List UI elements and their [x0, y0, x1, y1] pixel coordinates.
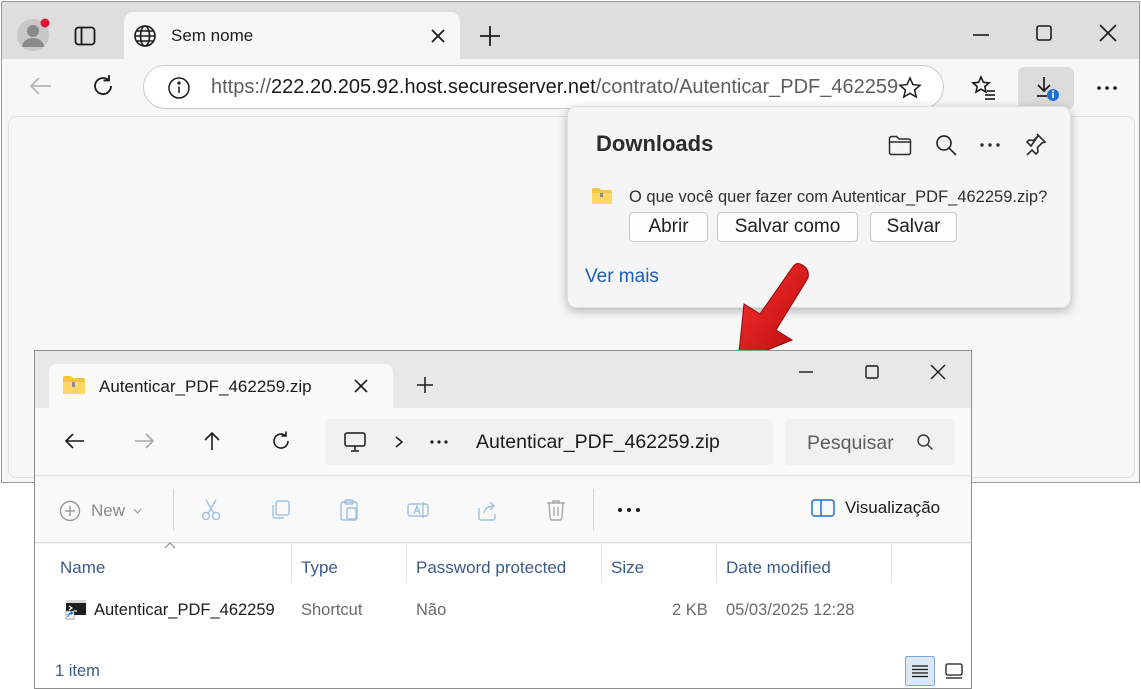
downloads-button[interactable] — [1018, 67, 1074, 109]
command-divider — [593, 489, 594, 531]
chevron-right-icon[interactable] — [391, 431, 407, 453]
address-bar[interactable]: https://222.20.205.92.host.secureserver.… — [143, 65, 944, 109]
close-tab-icon[interactable] — [426, 24, 450, 48]
search-placeholder: Pesquisar — [807, 432, 894, 454]
add-favorite-star-icon[interactable] — [896, 74, 924, 102]
refresh-icon[interactable] — [88, 71, 118, 101]
file-size-cell: 2 KB — [672, 601, 708, 619]
large-icons-view-icon[interactable] — [939, 656, 969, 686]
details-view-icon[interactable] — [905, 656, 935, 686]
favorites-icon[interactable] — [968, 72, 1000, 104]
open-folder-icon[interactable] — [886, 131, 914, 159]
zip-folder-icon — [590, 186, 614, 206]
download-prompt-text: O que você quer fazer com Autenticar_PDF… — [629, 188, 1048, 206]
browser-tab-title: Sem nome — [171, 26, 254, 45]
add-circle-icon — [59, 500, 81, 522]
download-icon — [1032, 74, 1060, 102]
password-protected-cell: Não — [416, 601, 447, 619]
close-window-icon[interactable] — [1094, 19, 1122, 47]
command-bar: New Visualização — [35, 477, 971, 543]
browser-tab-active[interactable]: Sem nome — [124, 12, 460, 59]
url-host: 222.20.205.92.host.secureserver.net — [271, 76, 596, 98]
path-overflow-icon[interactable] — [425, 431, 453, 453]
column-header-name[interactable]: Name — [60, 558, 105, 578]
command-divider — [173, 489, 174, 531]
paste-clipboard-icon[interactable] — [335, 496, 363, 524]
shortcut-cmd-icon — [64, 597, 88, 621]
address-path-bar[interactable]: Autenticar_PDF_462259.zip — [325, 419, 773, 465]
new-button[interactable]: New — [59, 497, 159, 525]
column-header-date-modified[interactable]: Date modified — [726, 558, 831, 578]
up-arrow-icon[interactable] — [198, 427, 226, 455]
browser-tab-strip: Sem nome — [2, 2, 1139, 59]
explorer-tab-active[interactable]: Autenticar_PDF_462259.zip — [49, 364, 393, 408]
info-icon[interactable] — [166, 75, 192, 101]
file-list: Name Type Password protected Size Date m… — [35, 542, 971, 688]
new-tab-plus-icon[interactable] — [413, 373, 437, 397]
minimize-icon[interactable] — [793, 359, 819, 385]
column-divider[interactable] — [891, 544, 892, 582]
maximize-icon[interactable] — [859, 359, 885, 385]
refresh-icon[interactable] — [267, 427, 295, 455]
see-more-link[interactable]: Ver mais — [585, 266, 659, 288]
close-tab-icon[interactable] — [349, 374, 373, 398]
search-input[interactable]: Pesquisar — [785, 419, 955, 465]
see-more-icon[interactable] — [614, 496, 644, 524]
search-downloads-icon[interactable] — [932, 131, 960, 159]
current-path-text[interactable]: Autenticar_PDF_462259.zip — [476, 431, 720, 454]
rename-icon[interactable] — [404, 496, 432, 524]
downloads-title: Downloads — [596, 131, 714, 156]
minimize-icon[interactable] — [967, 21, 995, 49]
sort-ascending-caret-icon[interactable] — [163, 540, 177, 550]
column-header-size[interactable]: Size — [611, 558, 644, 578]
url-path: /contrato/Autenticar_PDF_462259 — [595, 76, 899, 98]
url-scheme: https:// — [211, 76, 272, 98]
file-name-cell[interactable]: Autenticar_PDF_462259 — [94, 601, 275, 620]
chevron-down-icon — [133, 508, 142, 514]
zip-folder-icon — [61, 373, 87, 397]
forward-arrow-icon[interactable] — [130, 427, 158, 455]
this-pc-icon[interactable] — [341, 429, 369, 455]
maximize-icon[interactable] — [1030, 19, 1058, 47]
pin-icon[interactable] — [1020, 129, 1050, 159]
save-as-button[interactable]: Salvar como — [717, 212, 858, 242]
profile-avatar-icon[interactable] — [16, 18, 50, 52]
column-divider[interactable] — [406, 544, 407, 582]
back-arrow-icon[interactable] — [61, 427, 89, 455]
item-count-status: 1 item — [55, 662, 100, 680]
column-divider[interactable] — [291, 544, 292, 582]
save-button[interactable]: Salvar — [870, 212, 957, 242]
preview-pane-icon — [811, 499, 835, 517]
search-icon — [913, 430, 937, 454]
share-icon[interactable] — [473, 496, 501, 524]
column-divider[interactable] — [716, 544, 717, 582]
column-divider[interactable] — [601, 544, 602, 582]
tab-actions-icon[interactable] — [70, 21, 100, 51]
explorer-tab-strip: Autenticar_PDF_462259.zip — [35, 351, 971, 408]
date-modified-cell: 05/03/2025 12:28 — [726, 601, 855, 619]
close-window-icon[interactable] — [925, 359, 951, 385]
back-arrow-icon[interactable] — [26, 71, 56, 101]
file-explorer-window: Autenticar_PDF_462259.zip Autenticar_PDF… — [34, 350, 972, 689]
preview-label: Visualização — [845, 498, 941, 517]
explorer-navigation-bar: Autenticar_PDF_462259.zip Pesquisar — [35, 408, 971, 476]
cut-scissors-icon[interactable] — [197, 496, 225, 524]
column-header-type[interactable]: Type — [301, 558, 338, 578]
preview-pane-button[interactable]: Visualização — [811, 498, 940, 518]
new-tab-plus-icon[interactable] — [476, 22, 504, 50]
copy-icon[interactable] — [266, 496, 294, 524]
explorer-tab-title: Autenticar_PDF_462259.zip — [99, 377, 312, 396]
file-type-cell: Shortcut — [301, 601, 363, 619]
delete-trash-icon[interactable] — [542, 496, 570, 524]
new-button-label: New — [91, 501, 126, 520]
url-text[interactable]: https://222.20.205.92.host.secureserver.… — [211, 76, 898, 99]
notification-dot — [40, 18, 50, 28]
more-options-icon[interactable] — [1092, 73, 1122, 103]
downloads-more-icon[interactable] — [976, 131, 1004, 159]
column-header-password-protected[interactable]: Password protected — [416, 558, 566, 578]
open-button[interactable]: Abrir — [629, 212, 708, 242]
globe-icon — [132, 23, 158, 49]
